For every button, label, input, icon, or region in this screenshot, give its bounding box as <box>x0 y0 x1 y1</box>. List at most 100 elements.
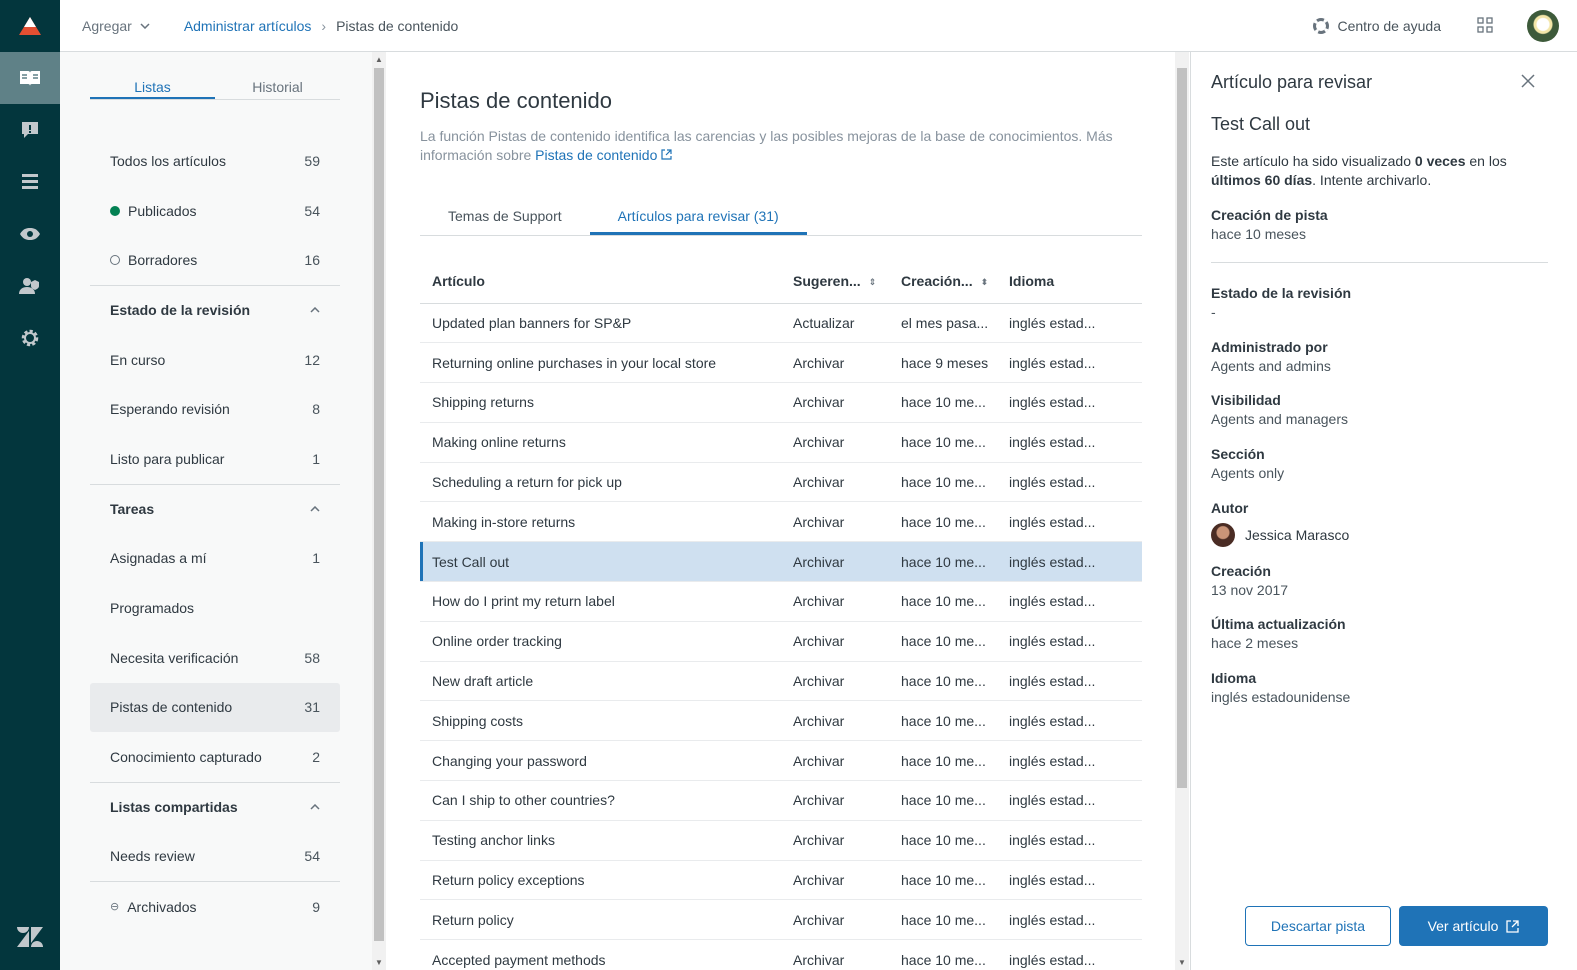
sidebar-item-awaiting-review[interactable]: Esperando revisión 8 <box>90 384 340 434</box>
table-row[interactable]: Test Call out Archivar hace 10 me... inglés… <box>420 541 1142 583</box>
section-header-shared-lists[interactable]: Listas compartidas <box>90 781 340 832</box>
sidebar-item-archived[interactable]: ⊖ Archivados 9 <box>90 881 340 931</box>
guide-logo-icon[interactable] <box>0 0 60 52</box>
sidebar-item-in-progress[interactable]: En curso 12 <box>90 335 340 385</box>
cell-created: hace 10 me... <box>889 860 997 901</box>
tab-history[interactable]: Historial <box>215 74 340 99</box>
zendesk-logo-icon[interactable] <box>17 927 43 952</box>
help-lifebuoy-icon <box>1313 18 1330 34</box>
sidebar-item-label: Archivados <box>127 898 197 915</box>
sidebar-item-needs-review[interactable]: Needs review 54 <box>90 832 340 882</box>
table-row[interactable]: Making in-store returns Archivar hace 10 m… <box>420 501 1142 543</box>
tab-lists[interactable]: Listas <box>90 74 215 99</box>
add-label: Agregar <box>82 17 132 34</box>
scroll-down-arrow-icon[interactable]: ▼ <box>375 958 383 967</box>
external-link-icon <box>1506 919 1520 933</box>
cell-suggestion: Actualizar <box>781 303 889 344</box>
field-value: Agents only <box>1211 465 1285 481</box>
sidebar-item-label: Asignadas a mí <box>110 550 207 567</box>
sidebar-item-captured-knowledge[interactable]: Conocimiento capturado 2 <box>90 732 340 782</box>
column-header-created[interactable]: Creación... ⬍ <box>889 260 997 304</box>
sidebar-item-ready-to-publish[interactable]: Listo para publicar 1 <box>90 434 340 484</box>
knowledge-admin-icon[interactable] <box>0 52 60 104</box>
breadcrumb-current: Pistas de contenido <box>336 17 459 34</box>
cue-message-text: Este artículo ha sido visualizado <box>1211 153 1415 169</box>
page-title: Pistas de contenido <box>420 88 613 113</box>
sidebar-scrollbar[interactable]: ▲ ▼ <box>372 52 386 970</box>
sidebar-item-content-cues[interactable]: Pistas de contenido 31 <box>90 682 340 733</box>
tab-support-topics[interactable]: Temas de Support <box>420 200 590 235</box>
sidebar-item-assigned-to-me[interactable]: Asignadas a mí 1 <box>90 534 340 584</box>
breadcrumb: Administrar artículos › Pistas de conten… <box>184 18 458 34</box>
field-value: hace 10 meses <box>1211 226 1306 242</box>
view-article-button[interactable]: Ver artículo <box>1399 906 1548 946</box>
main-scrollbar[interactable]: ▼ <box>1175 52 1189 970</box>
cell-created: hace 10 me... <box>889 700 997 742</box>
preview-eye-icon[interactable] <box>0 208 60 260</box>
product-rail <box>0 0 60 970</box>
field-value: - <box>1211 304 1216 320</box>
cell-created: hace 10 me... <box>889 621 997 662</box>
table-row[interactable]: Return policy Archivar hace 10 me... inglés… <box>420 899 1142 941</box>
table-row[interactable]: How do I print my return label Archivar ha… <box>420 581 1142 622</box>
user-permissions-icon[interactable] <box>0 260 60 312</box>
section-title: Estado de la revisión <box>110 302 251 319</box>
column-header-language[interactable]: Idioma <box>997 260 1142 304</box>
cell-language: inglés estad... <box>997 541 1142 583</box>
table-row[interactable]: Updated plan banners for SP&P Actualizar e… <box>420 303 1142 344</box>
table-row[interactable]: Online order tracking Archivar hace 10 me.… <box>420 621 1142 662</box>
sidebar-item-needs-verification[interactable]: Necesita verificación 58 <box>90 633 340 683</box>
table-row[interactable]: Accepted payment methods Archivar hace 10 … <box>420 939 1142 970</box>
field-managed-by: Administrado por Agents and admins <box>1211 338 1331 376</box>
scrollbar-thumb[interactable] <box>374 68 384 941</box>
cell-created: hace 10 me... <box>889 661 997 702</box>
tab-articles-to-review[interactable]: Artículos para revisar (31) <box>589 200 807 235</box>
arrange-content-icon[interactable] <box>0 156 60 208</box>
cell-suggestion: Archivar <box>781 501 889 543</box>
close-icon[interactable] <box>1521 72 1535 93</box>
table-row[interactable]: New draft article Archivar hace 10 me... in… <box>420 661 1142 702</box>
section-header-tasks[interactable]: Tareas <box>90 483 340 534</box>
table-row[interactable]: Shipping returns Archivar hace 10 me... ing… <box>420 382 1142 423</box>
sidebar-item-all-articles[interactable]: Todos los artículos 59 <box>90 136 340 186</box>
cell-language: inglés estad... <box>997 939 1142 970</box>
product-tray-grid-icon[interactable] <box>1477 16 1493 36</box>
cell-created: hace 10 me... <box>889 740 997 782</box>
sidebar-item-drafts[interactable]: Borradores 16 <box>90 235 340 285</box>
scroll-down-arrow-icon[interactable]: ▼ <box>1178 958 1186 967</box>
sidebar-item-count: 54 <box>304 848 320 865</box>
table-row[interactable]: Shipping costs Archivar hace 10 me... inglé… <box>420 700 1142 742</box>
cell-suggestion: Archivar <box>781 661 889 702</box>
sidebar-item-published[interactable]: Publicados 54 <box>90 186 340 236</box>
add-menu-button[interactable]: Agregar <box>82 18 150 34</box>
table-row[interactable]: Scheduling a return for pick up Archivar h… <box>420 462 1142 503</box>
help-center-link[interactable]: Centro de ayuda <box>1313 18 1441 34</box>
section-header-review-state[interactable]: Estado de la revisión <box>90 285 340 335</box>
cell-created: hace 10 me... <box>889 422 997 463</box>
field-section: Sección Agents only <box>1211 445 1284 483</box>
cue-message: Este artículo ha sido visualizado 0 vece… <box>1211 152 1541 190</box>
table-row[interactable]: Returning online purchases in your local… <box>420 342 1142 384</box>
table-row[interactable]: Can I ship to other countries? Archivar ha… <box>420 780 1142 821</box>
column-header-article[interactable]: Artículo <box>420 260 781 304</box>
sidebar-item-label: Todos los artículos <box>110 152 226 169</box>
cell-article: New draft article <box>420 661 781 702</box>
feedback-icon[interactable] <box>0 104 60 156</box>
table-row[interactable]: Testing anchor links Archivar hace 10 me..… <box>420 820 1142 861</box>
table-row[interactable]: Return policy exceptions Archivar hace 10 … <box>420 860 1142 901</box>
cell-language: inglés estad... <box>997 342 1142 384</box>
dismiss-cue-button[interactable]: Descartar pista <box>1245 906 1391 946</box>
column-header-suggestion[interactable]: Sugeren... ⇕ <box>781 260 889 304</box>
sidebar-item-count: 54 <box>304 202 320 219</box>
settings-gear-icon[interactable] <box>0 312 60 364</box>
table-row[interactable]: Changing your password Archivar hace 10 me… <box>420 740 1142 782</box>
sidebar-item-scheduled[interactable]: Programados <box>90 583 340 633</box>
breadcrumb-manage-articles[interactable]: Administrar artículos <box>184 18 312 34</box>
cue-message-text: en los <box>1465 153 1507 169</box>
user-avatar[interactable] <box>1527 10 1559 42</box>
scroll-up-arrow-icon[interactable]: ▲ <box>375 55 383 64</box>
scrollbar-thumb[interactable] <box>1177 68 1187 788</box>
table-row[interactable]: Making online returns Archivar hace 10 me.… <box>420 422 1142 463</box>
content-cues-help-link[interactable]: Pistas de contenido <box>535 147 672 163</box>
field-value: 13 nov 2017 <box>1211 582 1289 598</box>
